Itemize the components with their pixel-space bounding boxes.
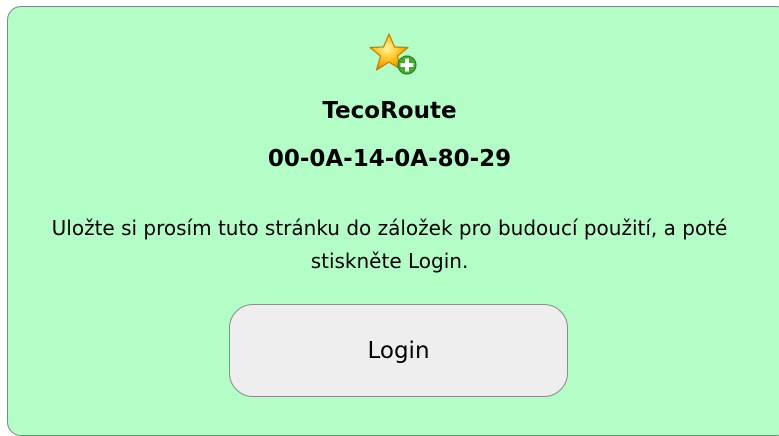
bookmark-message: Uložte si prosím tuto stránku do záložek… [51, 216, 728, 273]
login-button[interactable]: Login [229, 304, 568, 397]
device-id: 00-0A-14-0A-80-29 [267, 146, 512, 172]
app-title: TecoRoute [322, 98, 457, 124]
star-add-icon [369, 33, 417, 75]
